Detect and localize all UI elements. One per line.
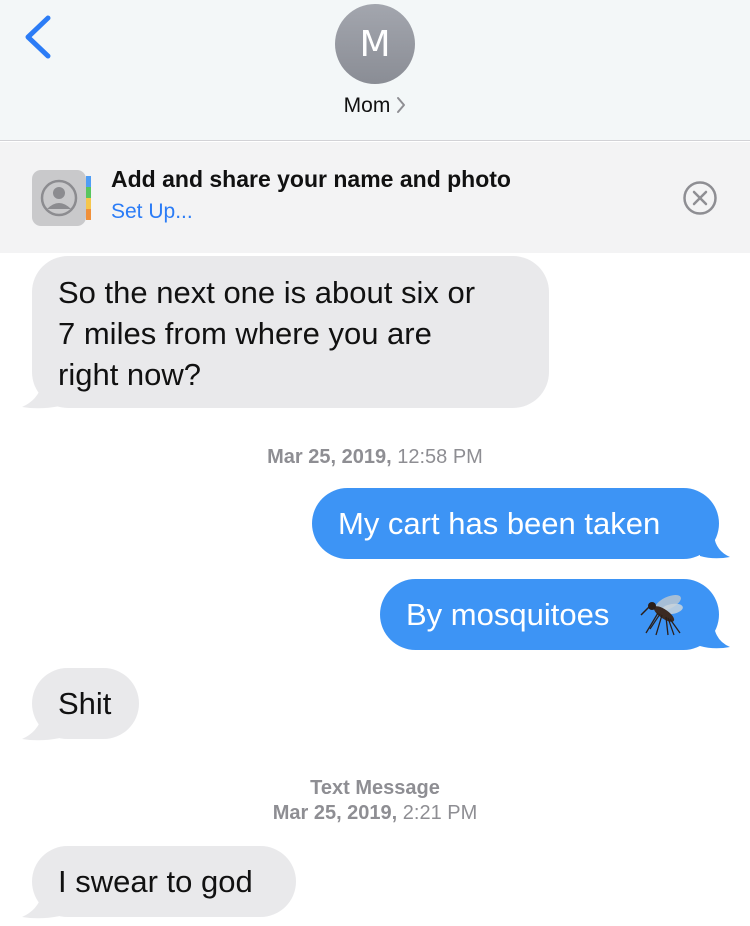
message-bubble-incoming[interactable]: I swear to god (32, 846, 296, 917)
timestamp: Mar 25, 2019, 2:21 PM (0, 802, 750, 825)
message-text: By mosquitoes (406, 597, 610, 632)
chevron-right-icon (396, 96, 406, 120)
timestamp: Mar 25, 2019, 12:58 PM (0, 446, 750, 469)
message-text: right now? (58, 357, 202, 392)
mosquito-emoji-icon (640, 594, 683, 636)
message-bubble-incoming[interactable]: So the next one is about six or 7 miles … (32, 256, 549, 408)
timestamp-date: Mar 25, 2019, (272, 802, 398, 824)
message-text: Shit (58, 686, 112, 721)
service-label: Text Message (0, 777, 750, 800)
messages-screen: M Mom Add and share your name and photo … (0, 0, 750, 926)
chevron-left-icon (25, 15, 51, 59)
back-button[interactable] (18, 12, 62, 62)
contact-name: Mom (343, 94, 391, 117)
timestamp-time: 12:58 PM (397, 446, 483, 468)
avatar-initial: M (359, 23, 391, 65)
close-circle-icon (683, 181, 717, 215)
timestamp-time: 2:21 PM (402, 802, 478, 824)
message-text: So the next one is about six or (58, 275, 476, 310)
timestamp-date: Mar 25, 2019, (267, 446, 392, 468)
message-text: I swear to god (58, 864, 253, 899)
conversation-header: M Mom (0, 0, 750, 141)
message-bubble-outgoing[interactable]: My cart has been taken (312, 488, 719, 559)
message-text: My cart has been taken (338, 506, 661, 541)
service-type: Text Message (310, 777, 440, 799)
banner-title: Add and share your name and photo (111, 166, 511, 192)
contacts-app-icon (30, 166, 94, 230)
setup-link[interactable]: Set Up... (111, 200, 193, 224)
contact-avatar[interactable]: M (335, 4, 415, 84)
contact-name-button[interactable]: Mom (0, 94, 750, 120)
share-name-banner (0, 142, 750, 253)
message-bubble-outgoing[interactable]: By mosquitoes (380, 579, 719, 650)
message-bubble-incoming[interactable]: Shit (32, 668, 139, 739)
message-text: 7 miles from where you are (58, 316, 432, 351)
close-banner-button[interactable] (682, 180, 718, 216)
